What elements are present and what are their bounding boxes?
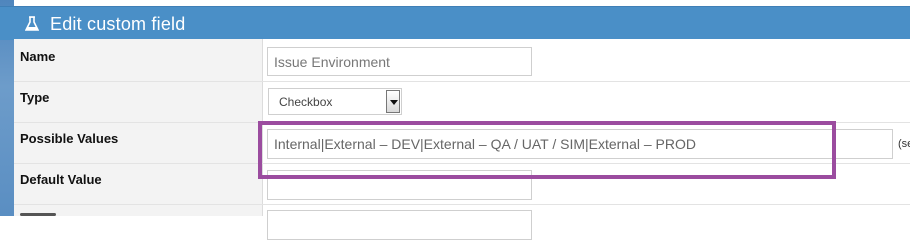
row-divider	[14, 122, 910, 123]
dialog-title: Edit custom field	[50, 14, 186, 34]
possible-values-label: Possible Values	[20, 131, 119, 146]
dialog-header: Edit custom field	[0, 6, 910, 40]
chevron-down-icon[interactable]	[386, 90, 400, 113]
flask-icon	[25, 16, 39, 31]
name-label: Name	[20, 49, 56, 64]
type-select-value: Checkbox	[279, 95, 333, 109]
type-select[interactable]: Checkbox	[268, 88, 402, 115]
possible-values-input[interactable]: Internal|External – DEV|External – QA / …	[267, 129, 893, 159]
possible-values-hint: (se	[898, 138, 910, 150]
type-label: Type	[20, 90, 50, 105]
default-value-input[interactable]	[267, 170, 532, 200]
row-divider	[14, 81, 910, 82]
name-input[interactable]: Issue Environment	[267, 47, 532, 76]
default-value-label: Default Value	[20, 172, 102, 187]
row-divider	[14, 163, 910, 164]
label-column	[14, 39, 263, 216]
custom-field-form: Name Issue Environment Type Checkbox Pos…	[14, 39, 910, 240]
next-row-input-clipped[interactable]	[267, 210, 532, 240]
row-divider	[14, 204, 910, 205]
next-row-label-clipped	[20, 210, 60, 216]
